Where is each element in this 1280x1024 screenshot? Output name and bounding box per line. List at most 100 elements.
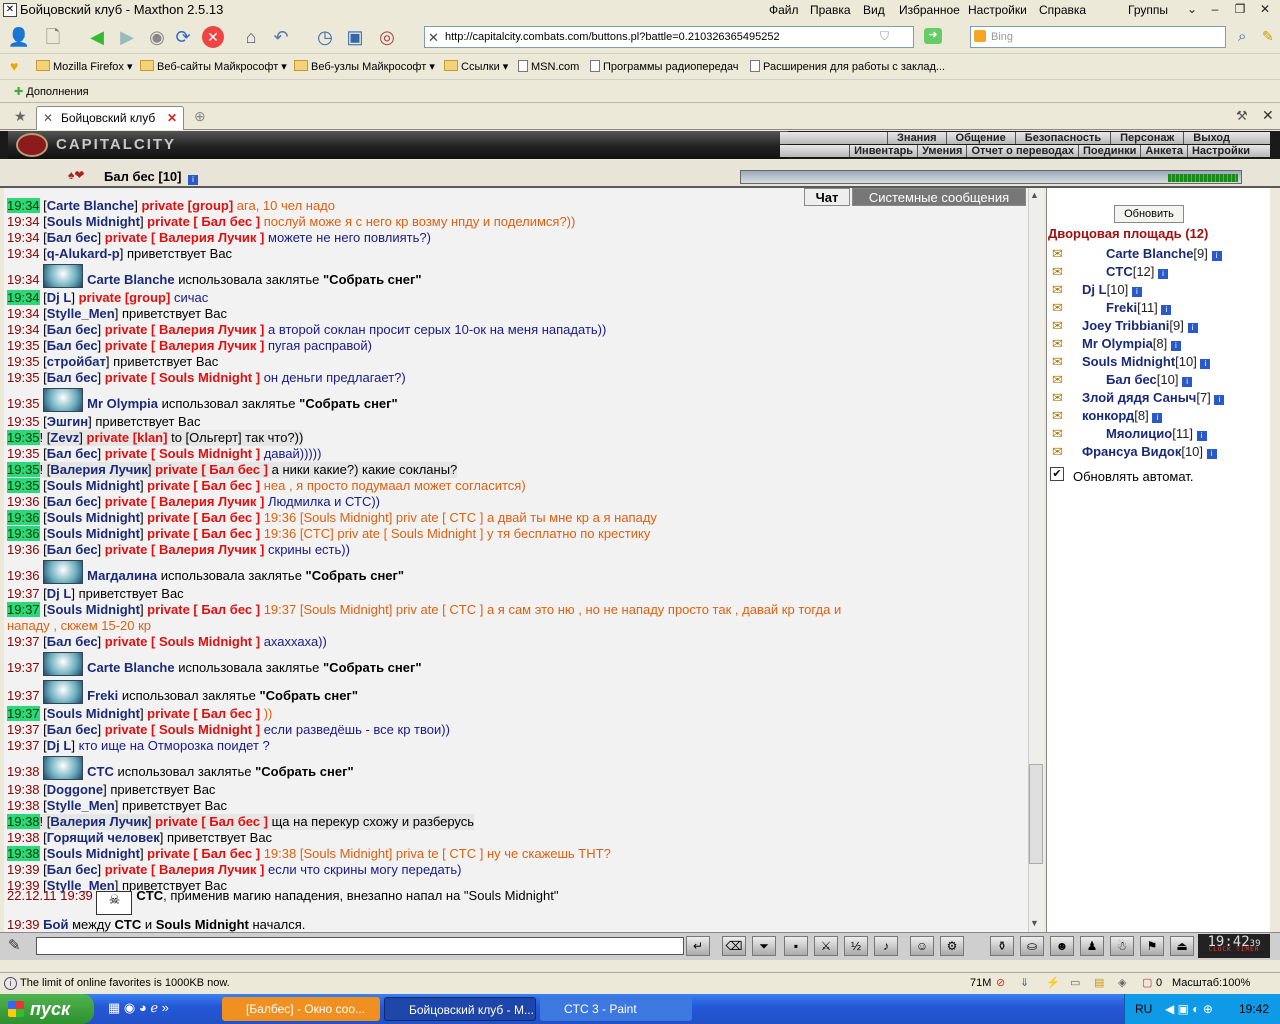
smiley-icon[interactable]: ☺ bbox=[910, 936, 934, 956]
chat-nick[interactable]: Эшгин bbox=[47, 414, 88, 429]
tray-icons[interactable]: ◀ ▣ ◐ ⊕ bbox=[1165, 994, 1213, 1024]
menu-exit[interactable]: Выход bbox=[1183, 132, 1270, 144]
menu-battles[interactable]: Поединки bbox=[1077, 145, 1140, 157]
menu-help[interactable]: Справка bbox=[1039, 3, 1086, 17]
tab-chat[interactable]: Чат bbox=[804, 188, 850, 206]
info-icon[interactable]: i bbox=[1206, 449, 1217, 459]
quick-launch-icons[interactable]: ▦ ◉ ◕ ℯ » bbox=[108, 1000, 169, 1016]
chat-nick[interactable]: Магдалина bbox=[87, 568, 157, 583]
potion-icon[interactable]: ⚱ bbox=[990, 936, 1014, 956]
fighter-icon[interactable]: ⚔ bbox=[814, 936, 838, 956]
back-icon[interactable]: ◀ bbox=[84, 24, 110, 50]
fav-item[interactable]: Ссылки ▾ bbox=[444, 60, 508, 73]
fav-item[interactable]: Программы радиопередач bbox=[590, 60, 739, 73]
chat-nick[interactable]: Бал бес bbox=[47, 370, 98, 385]
chat-nick[interactable]: Бал бес bbox=[47, 230, 98, 245]
menu-settings[interactable]: Настройки bbox=[968, 3, 1027, 17]
chat-nick[interactable]: Zevz bbox=[50, 430, 79, 445]
group-icon[interactable]: ☃ bbox=[1110, 936, 1134, 956]
forward-icon[interactable]: ▶ bbox=[114, 24, 140, 50]
attacker-nick[interactable]: CTC bbox=[136, 888, 163, 903]
download-icon[interactable]: ⇓ bbox=[1020, 976, 1029, 989]
chat-nick[interactable]: Freki bbox=[87, 688, 118, 703]
mask-icon[interactable]: ☻ bbox=[1050, 936, 1074, 956]
private-tag[interactable]: private [ Бал бес ] bbox=[147, 706, 260, 721]
chat-nick[interactable]: Бал бес bbox=[47, 338, 98, 353]
info-icon[interactable]: i bbox=[188, 171, 198, 185]
private-tag[interactable]: private [ Бал бес ] bbox=[147, 846, 260, 861]
private-tag[interactable]: private [ Валерия Лучик ] bbox=[105, 542, 265, 557]
chat-nick[interactable]: Carte Blanche bbox=[87, 660, 174, 675]
chat-nick[interactable]: Carte Blanche bbox=[47, 198, 134, 213]
player-name[interactable]: Mr Olympia bbox=[1082, 336, 1153, 351]
private-tag[interactable]: private [ Бал бес ] bbox=[147, 510, 260, 525]
chat-nick[interactable]: Бал бес bbox=[47, 322, 98, 337]
chat-nick[interactable]: Бал бес bbox=[47, 542, 98, 557]
player-name[interactable]: Dj L bbox=[1082, 282, 1107, 297]
menu-settings-game[interactable]: Настройки bbox=[1186, 145, 1270, 157]
language-indicator[interactable]: RU bbox=[1135, 994, 1152, 1024]
chat-nick[interactable]: Бал бес bbox=[47, 722, 98, 737]
private-tag[interactable]: private [ Бал бес ] bbox=[147, 526, 260, 541]
menu-edit[interactable]: Правка bbox=[810, 3, 851, 17]
sound-icon[interactable]: ♪ bbox=[874, 936, 898, 956]
wrench-icon[interactable]: ⚒ bbox=[1236, 108, 1248, 124]
menu-character[interactable]: Персонаж bbox=[1110, 132, 1183, 144]
info-icon[interactable]: i bbox=[1131, 287, 1142, 297]
menu-transfers[interactable]: Отчет о переводах bbox=[966, 145, 1078, 157]
refresh-button[interactable]: Обновить bbox=[1114, 205, 1184, 223]
info-icon[interactable]: i bbox=[1200, 359, 1211, 369]
favorites-icon[interactable]: ♥ bbox=[10, 58, 18, 74]
private-tag[interactable]: private [ Бал бес ] bbox=[147, 478, 260, 493]
menu-groups[interactable]: Группы bbox=[1128, 3, 1168, 17]
task-fight-club[interactable]: Бойцовский клуб - M... bbox=[384, 997, 536, 1021]
chat-nick[interactable]: Souls Midnight bbox=[47, 706, 140, 721]
player-name[interactable]: Франсуа Видок bbox=[1082, 444, 1181, 459]
fav-item[interactable]: MSN.com bbox=[518, 60, 579, 73]
chat-nick[interactable]: Souls Midnight bbox=[47, 602, 140, 617]
undo-icon[interactable]: ↶ bbox=[268, 24, 294, 50]
menu-security[interactable]: Безопасность bbox=[1014, 132, 1110, 144]
chat-input[interactable] bbox=[36, 937, 684, 955]
close-window-button[interactable]: ✕ bbox=[1255, 1, 1275, 18]
chat-nick[interactable]: Dj L bbox=[47, 586, 72, 601]
go-icon[interactable]: ➜ bbox=[924, 28, 942, 44]
exit-icon[interactable]: ⏏ bbox=[1170, 936, 1194, 956]
private-tag[interactable]: private [ Souls Midnight ] bbox=[105, 370, 260, 385]
fav-item[interactable]: Расширения для работы с заклад... bbox=[750, 60, 945, 73]
close-tab-icon[interactable]: ✕ bbox=[167, 107, 177, 129]
tag-icon[interactable]: ◈ bbox=[1118, 976, 1126, 989]
search-input[interactable]: Bing bbox=[970, 26, 1226, 48]
zoom-level[interactable]: Масштаб:100% bbox=[1172, 977, 1250, 989]
chat-nick[interactable]: Doggone bbox=[47, 782, 103, 797]
private-tag[interactable]: private [ Бал бес ] bbox=[147, 214, 260, 229]
info-icon[interactable]: i bbox=[1196, 431, 1207, 441]
gold-icon[interactable]: ⛀ bbox=[1020, 936, 1044, 956]
menu-knowledge[interactable]: Знания bbox=[887, 132, 945, 144]
info-icon[interactable]: i bbox=[1170, 341, 1181, 351]
chat-nick[interactable]: Souls Midnight bbox=[47, 846, 140, 861]
menu-social[interactable]: Общение bbox=[945, 132, 1015, 144]
send-icon[interactable]: ↵ bbox=[686, 936, 710, 956]
menu-favorites[interactable]: Избранное bbox=[899, 3, 960, 17]
maximize-button[interactable]: ❐ bbox=[1230, 1, 1250, 18]
private-tag[interactable]: private [ Бал бес ] bbox=[155, 814, 268, 829]
screen-icon[interactable]: ▣ bbox=[342, 24, 368, 50]
user-icon[interactable]: 👤 bbox=[6, 24, 32, 50]
private-tag[interactable]: private [ Бал бес ] bbox=[155, 462, 268, 477]
private-tag[interactable]: private [ Валерия Лучик ] bbox=[105, 338, 265, 353]
chat-nick[interactable]: Dj L bbox=[47, 738, 72, 753]
save-log-icon[interactable]: ▪ bbox=[784, 936, 808, 956]
chat-nick[interactable]: Souls Midnight bbox=[47, 510, 140, 525]
player-name[interactable]: CTC bbox=[1106, 264, 1133, 279]
info-icon[interactable]: i bbox=[1211, 251, 1222, 261]
info-icon[interactable]: i bbox=[1182, 377, 1193, 387]
chat-nick[interactable]: Carte Blanche bbox=[87, 272, 174, 287]
chat-nick[interactable]: Souls Midnight bbox=[47, 526, 140, 541]
private-tag[interactable]: private [ Валерия Лучик ] bbox=[105, 322, 265, 337]
auto-refresh-checkbox[interactable]: ✔ bbox=[1050, 467, 1064, 481]
tool-icon[interactable]: ⊘ bbox=[996, 976, 1005, 989]
battle-fighter[interactable]: Souls Midnight bbox=[156, 917, 249, 932]
info-icon[interactable]: i bbox=[1187, 323, 1198, 333]
info-icon[interactable]: i bbox=[1158, 269, 1169, 279]
